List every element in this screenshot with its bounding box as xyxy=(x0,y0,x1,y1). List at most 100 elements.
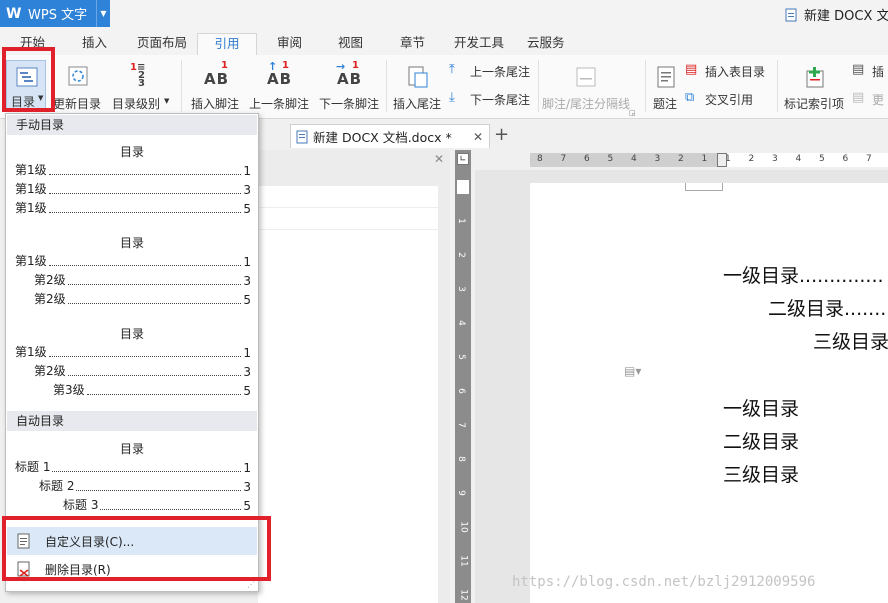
page-corner-mark xyxy=(685,183,723,191)
ribbon-toolbar: 目录 ▼ 更新目录 1≡ 2 3 目录级别 ▼ 1 AB 插入脚注 ↑ 1 AB 上… xyxy=(0,55,888,119)
ribbon-tabs: 开始 插入 页面布局 引用 审阅 视图 章节 开发工具 云服务 xyxy=(0,31,888,55)
insert-endnote-label: 插入尾注 xyxy=(393,97,442,111)
ruler-tick-label: 6 xyxy=(455,388,466,394)
toc-template-line: 第2级 5 xyxy=(34,292,251,307)
mark-index-label: 标记索引项 xyxy=(784,97,845,111)
mark-index-icon xyxy=(806,67,824,88)
close-panel-icon[interactable]: ✕ xyxy=(434,152,444,166)
manual-toc-header: 手动目录 xyxy=(7,115,257,135)
ruler-tick-label: 10 xyxy=(458,521,469,533)
tab-insert[interactable]: 插入 xyxy=(82,33,107,55)
tab-references[interactable]: 引用 xyxy=(197,33,257,55)
update-toc-label: 更新目录 xyxy=(53,97,102,111)
tab-stop-selector-icon[interactable]: ∟ xyxy=(457,153,469,165)
separator-line-button[interactable]: 脚注/尾注分隔线 xyxy=(542,60,634,112)
ruler-tick-label: 2 xyxy=(455,252,466,258)
separator-line-icon xyxy=(576,67,596,87)
prev-endnote-label: 上一条尾注 xyxy=(470,65,531,79)
doc-title-text: 新建 DOCX 文 xyxy=(804,9,888,24)
indent-marker-icon[interactable] xyxy=(717,153,727,167)
navigation-panel: ✕ xyxy=(258,150,450,603)
ruler-tick-label: 12 xyxy=(458,589,469,601)
toc-level-arrow-icon: ▼ xyxy=(164,97,170,105)
update-toc-button[interactable]: 更新目录 xyxy=(52,60,104,112)
vertical-ruler[interactable]: 1 1 2 3 4 5 6 7 8 9 10 11 12 xyxy=(455,150,471,603)
caption-label: 题注 xyxy=(653,97,678,111)
ruler-tick-label: 2 xyxy=(748,154,755,164)
new-tab-icon[interactable]: + xyxy=(494,124,509,145)
prev-endnote-icon: ⤒ xyxy=(449,62,455,77)
next-endnote-button[interactable]: ⤓ 下一条尾注 xyxy=(449,90,535,108)
separator xyxy=(538,60,539,112)
mark-index-button[interactable]: 标记索引项 xyxy=(783,60,847,112)
cross-ref-button[interactable]: ⧉ 交叉引用 xyxy=(685,90,771,108)
ruler-tick-label: 5 xyxy=(819,154,825,164)
caption-icon xyxy=(657,66,675,88)
toc-template-line: 标题 23 xyxy=(39,479,251,494)
page-line: 三级目录 xyxy=(813,331,888,353)
insert-footnote-button[interactable]: 1 AB 插入脚注 xyxy=(188,60,244,112)
tab-review[interactable]: 审阅 xyxy=(277,33,302,55)
nav-row[interactable] xyxy=(258,208,438,230)
caption-button[interactable]: 题注 xyxy=(651,60,681,112)
app-menu-button[interactable]: W WPS 文字 ▼ xyxy=(0,0,110,27)
update-index-label: 更 xyxy=(872,93,885,107)
insert-endnote-button[interactable]: 插入尾注 xyxy=(392,60,444,112)
page-line: 二级目录........ xyxy=(768,298,888,320)
prev-footnote-label: 上一条脚注 xyxy=(249,97,310,111)
document-icon xyxy=(785,8,797,21)
ruler-tick-label: 2 xyxy=(678,154,684,164)
toc-template-title: 目录 xyxy=(119,145,144,159)
ruler-tick-label: 1 xyxy=(455,184,466,190)
toc-template-title: 目录 xyxy=(119,442,144,456)
docx-file-icon xyxy=(296,130,308,144)
toc-level-icon: 1≡ 2 3 xyxy=(130,62,146,89)
next-endnote-icon: ⤓ xyxy=(449,90,455,105)
page-line: 二级目录 xyxy=(723,431,800,453)
document-tab-title: 新建 DOCX 文档.docx * xyxy=(313,130,452,145)
insert-table-toc-button[interactable]: ▤ 插入表目录 xyxy=(685,62,771,80)
group-expand-icon[interactable]: ◲ xyxy=(629,109,636,117)
next-footnote-icon: AB xyxy=(337,70,363,88)
auto-toc-header: 自动目录 xyxy=(7,411,257,431)
resize-grip-icon[interactable]: ⋰ xyxy=(247,580,255,589)
watermark: https://blog.csdn.net/bzlj2912009596 xyxy=(512,574,816,590)
nav-row[interactable] xyxy=(258,186,438,208)
insert-index-icon: ▤ xyxy=(852,62,865,77)
ruler-tick-label: 7 xyxy=(455,422,466,428)
separator xyxy=(777,60,778,112)
prev-footnote-button[interactable]: ↑ 1 AB 上一条脚注 xyxy=(248,60,314,112)
tab-view[interactable]: 视图 xyxy=(338,33,363,55)
toc-template-line: 第3级 5 xyxy=(53,383,251,398)
ruler-tick-label: 8 xyxy=(537,154,543,164)
tab-chapter[interactable]: 章节 xyxy=(400,33,425,55)
tab-page-layout[interactable]: 页面布局 xyxy=(137,33,187,55)
horizontal-ruler[interactable]: 876543211234567 xyxy=(530,153,888,167)
toc-template-line: 第2级 3 xyxy=(34,364,251,379)
document-tab[interactable]: 新建 DOCX 文档.docx * ✕ xyxy=(290,124,490,148)
insert-index-label: 插 xyxy=(872,65,885,79)
ruler-tick-label: 1 xyxy=(455,218,466,224)
document-page[interactable]: 一级目录.............. 二级目录........ 三级目录 一级目… xyxy=(530,183,888,603)
ruler-tick-label: 6 xyxy=(842,154,849,164)
tab-cloud[interactable]: 云服务 xyxy=(527,33,565,55)
app-dropdown-arrow-icon[interactable]: ▼ xyxy=(96,0,110,27)
window-doc-title: 新建 DOCX 文 xyxy=(784,5,888,24)
paste-options-icon[interactable]: ▤▾ xyxy=(624,364,641,378)
ruler-tick-label: 3 xyxy=(772,154,778,164)
prev-footnote-icon: AB xyxy=(267,70,293,88)
toc-template-line: 第1级 5 xyxy=(15,201,251,216)
update-index-button[interactable]: ▤ 更 xyxy=(852,90,888,108)
refresh-toc-icon xyxy=(68,66,88,86)
separator-line-label: 脚注/尾注分隔线 xyxy=(542,97,631,111)
insert-index-button[interactable]: ▤ 插 xyxy=(852,62,888,80)
close-tab-icon[interactable]: ✕ xyxy=(473,130,483,144)
ruler-tick-label: 5 xyxy=(607,154,614,164)
next-footnote-button[interactable]: → 1 AB 下一条脚注 xyxy=(318,60,382,112)
ruler-tick-label: 1 xyxy=(701,154,708,164)
ruler-tick-label: 8 xyxy=(455,456,466,462)
ruler-tick-label: 3 xyxy=(654,154,661,164)
tab-developer[interactable]: 开发工具 xyxy=(454,33,504,55)
toc-level-button[interactable]: 1≡ 2 3 目录级别 ▼ xyxy=(110,60,172,112)
prev-endnote-button[interactable]: ⤒ 上一条尾注 xyxy=(449,62,535,80)
